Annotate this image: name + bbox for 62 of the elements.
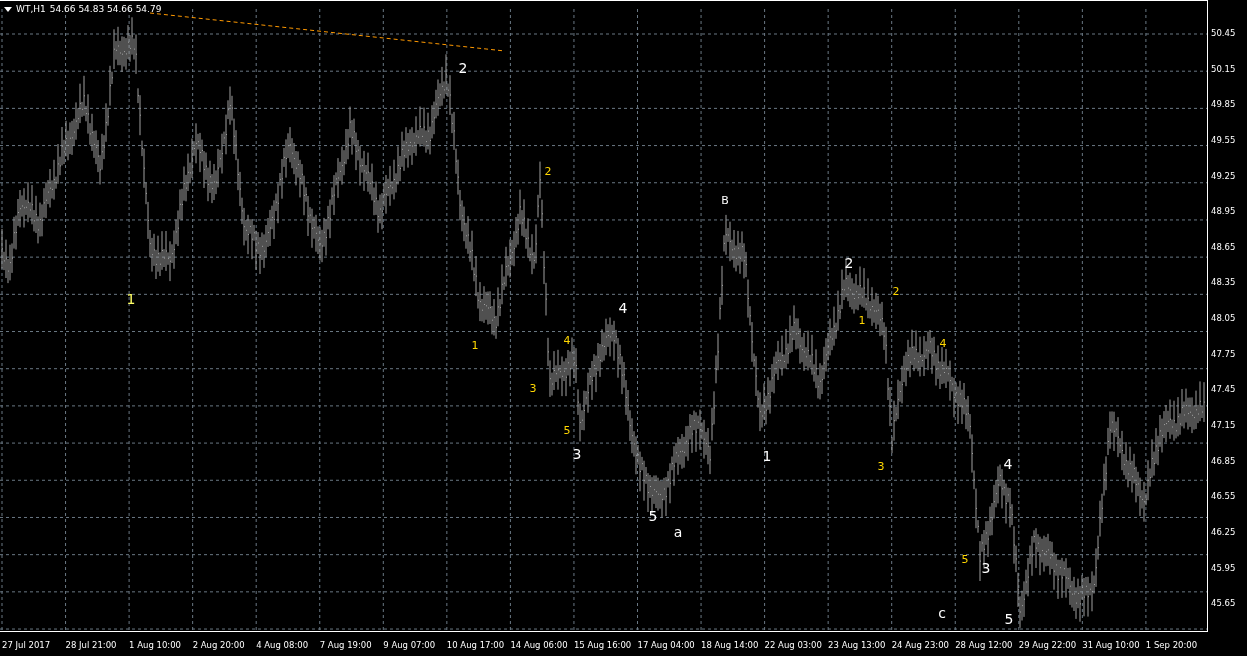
time-label: 9 Aug 07:00 — [383, 639, 437, 652]
wave-label: 4 — [563, 334, 571, 346]
price-label: 49.55 — [1210, 133, 1237, 147]
wave-label: 2 — [844, 256, 854, 270]
symbol-label: WT,H1 — [16, 4, 46, 14]
time-label: 24 Aug 23:00 — [891, 639, 950, 652]
wave-label: 2 — [458, 61, 468, 75]
price-label: 49.85 — [1210, 98, 1237, 112]
time-label: 28 Jul 21:00 — [65, 639, 118, 652]
price-label: 45.65 — [1210, 597, 1237, 611]
wave-label: 4 — [939, 337, 947, 349]
time-label: 28 Aug 12:00 — [955, 639, 1014, 652]
time-label: 15 Aug 16:00 — [573, 639, 633, 652]
time-label: 7 Aug 19:00 — [319, 639, 373, 652]
price-label: 50.45 — [1210, 27, 1237, 40]
wave-label: B — [721, 194, 729, 206]
wave-label: 5 — [563, 424, 571, 436]
wave-label: 5 — [648, 509, 658, 523]
time-label: 17 Aug 04:00 — [637, 639, 696, 652]
time-label: 18 Aug 14:00 — [701, 639, 760, 652]
time-label: 1 Sep 20:00 — [1145, 639, 1199, 652]
wave-label: 1 — [762, 449, 772, 463]
price-label: 50.15 — [1210, 62, 1237, 76]
wave-label: 3 — [572, 447, 582, 461]
wave-label: c — [938, 606, 946, 620]
time-label: 22 Aug 03:00 — [764, 639, 823, 652]
wave-label: 4 — [1003, 457, 1013, 471]
wave-label: a — [673, 525, 683, 539]
dropdown-icon[interactable] — [4, 6, 12, 12]
wave-label: 1 — [858, 314, 866, 326]
price-label: 49.25 — [1210, 169, 1237, 183]
wave-label: 1 — [471, 339, 479, 351]
time-label: 31 Aug 10:00 — [1082, 639, 1141, 652]
price-label: 48.35 — [1210, 276, 1237, 290]
wave-label: 3 — [877, 460, 885, 472]
price-label: 45.95 — [1210, 561, 1237, 575]
wave-label: 2 — [544, 165, 552, 177]
wave-label: 1 — [126, 292, 136, 306]
time-label: 27 Jul 2017 — [2, 639, 52, 652]
time-label: 2 Aug 20:00 — [192, 639, 246, 652]
price-label: 46.85 — [1210, 454, 1237, 468]
price-label: 46.55 — [1210, 490, 1237, 504]
wave-label: 5 — [1004, 612, 1014, 626]
time-label: 1 Aug 10:00 — [129, 639, 182, 652]
wave-label: 2 — [892, 285, 900, 297]
price-label: 48.95 — [1210, 205, 1237, 219]
price-label: 47.15 — [1210, 419, 1237, 433]
wave-label: 5 — [961, 553, 969, 565]
time-label: 4 Aug 08:00 — [256, 639, 310, 652]
time-label: 10 Aug 17:00 — [446, 639, 506, 652]
price-label: 46.25 — [1210, 525, 1237, 539]
time-label: 23 Aug 13:00 — [828, 639, 887, 652]
wave-label: 4 — [618, 301, 628, 315]
wave-label: 3 — [529, 382, 537, 394]
wave-label: 3 — [981, 561, 991, 575]
price-label: 48.65 — [1210, 240, 1237, 254]
time-label: 29 Aug 22:00 — [1018, 639, 1078, 652]
quote-values: 54.66 54.83 54.66 54.79 — [49, 4, 162, 14]
price-label: 47.45 — [1210, 383, 1237, 397]
price-label: 47.75 — [1210, 347, 1237, 361]
time-label: 14 Aug 06:00 — [510, 639, 569, 652]
price-label: 48.05 — [1210, 312, 1237, 326]
